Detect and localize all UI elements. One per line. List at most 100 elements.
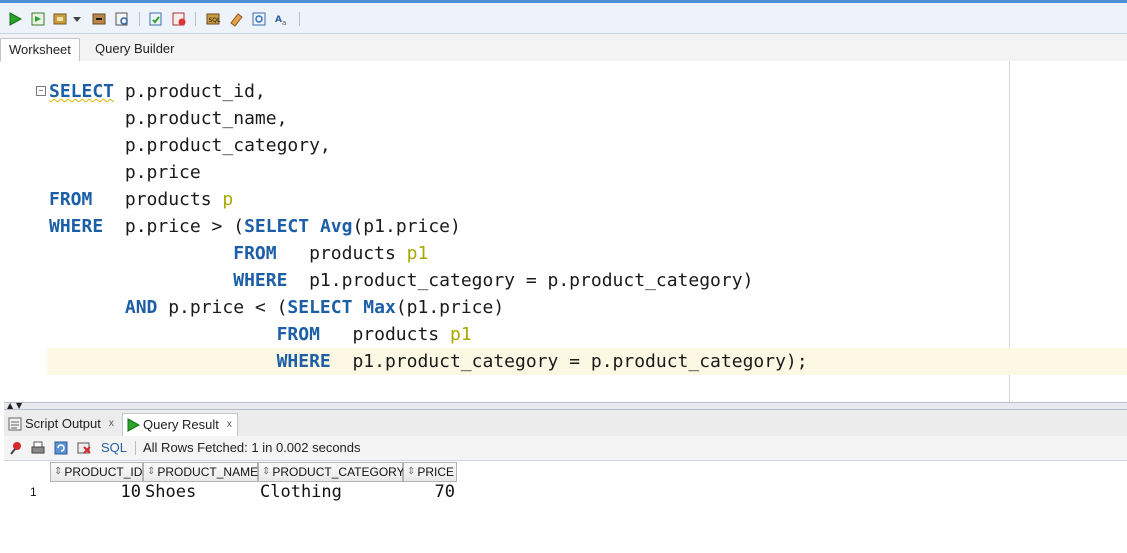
worksheet-tab-bar: Worksheet Query Builder — [0, 34, 1127, 62]
toolbar-separator — [195, 12, 196, 26]
results-toolbar: SQL All Rows Fetched: 1 in 0.002 seconds — [4, 436, 1127, 461]
code-text: p.product_name, — [49, 108, 288, 129]
column-header-label: PRODUCT_CATEGORY — [272, 465, 405, 479]
refresh-icon[interactable] — [52, 439, 70, 457]
code-line[interactable]: WHERE p.price > (SELECT Avg(p1.price) — [49, 213, 461, 240]
code-alias: p1 — [449, 324, 472, 345]
code-keyword: FROM — [233, 243, 277, 264]
rollback-icon[interactable] — [90, 10, 108, 28]
panel-splitter[interactable] — [4, 402, 1127, 410]
code-text: products — [276, 243, 407, 264]
svg-text:SQL: SQL — [209, 17, 222, 24]
tab-script-output-label: Script Output — [25, 416, 101, 431]
cell-price[interactable]: 70 — [405, 483, 455, 502]
code-keyword: FROM — [276, 324, 320, 345]
format-icon[interactable] — [250, 10, 268, 28]
sort-icon: ⇕ — [407, 466, 416, 477]
eraser-icon[interactable] — [227, 10, 245, 28]
sql-tuning-icon[interactable] — [170, 10, 188, 28]
worksheet-toolbar: SQL Aa — [0, 0, 1127, 34]
code-text: p1.product_category = p.product_category… — [287, 270, 754, 291]
column-header-product-id[interactable]: ⇕ PRODUCT_ID — [50, 462, 143, 482]
code-text: products — [92, 189, 223, 210]
tab-query-result[interactable]: Query Result x — [122, 413, 238, 437]
code-line[interactable]: FROM products p1 — [49, 240, 428, 267]
svg-text:a: a — [282, 19, 286, 27]
code-text: products — [319, 324, 450, 345]
script-output-icon — [8, 417, 22, 431]
code-line[interactable]: SELECT p.product_id, — [49, 78, 266, 105]
explain-plan-icon[interactable] — [113, 10, 131, 28]
sort-icon: ⇕ — [147, 466, 156, 477]
code-keyword: SELECT — [287, 297, 353, 318]
column-header-product-name[interactable]: ⇕ PRODUCT_NAME — [143, 462, 258, 482]
code-line[interactable]: p.product_name, — [49, 105, 288, 132]
splitter-up-arrow-icon[interactable]: ▲ — [7, 402, 13, 410]
code-keyword: FROM — [49, 189, 93, 210]
code-text: p.price — [49, 162, 201, 183]
sql-history-icon[interactable]: SQL — [204, 10, 222, 28]
code-text: p.product_id, — [114, 81, 266, 102]
code-keyword: AND — [124, 297, 158, 318]
commit-icon[interactable] — [51, 10, 69, 28]
code-text: (p1.price) — [395, 297, 505, 318]
code-text: p.product_category, — [49, 135, 331, 156]
sort-icon: ⇕ — [262, 466, 271, 477]
column-header-price[interactable]: ⇕ PRICE — [403, 462, 457, 482]
tab-query-result-label: Query Result — [143, 417, 219, 432]
toolbar-separator — [299, 12, 300, 26]
column-header-product-category[interactable]: ⇕ PRODUCT_CATEGORY — [258, 462, 405, 482]
code-line[interactable]: FROM products p1 — [49, 321, 472, 348]
code-keyword: WHERE — [233, 270, 288, 291]
code-keyword: Avg — [319, 216, 353, 237]
code-keyword: Max — [363, 297, 396, 318]
close-icon[interactable]: x — [227, 414, 232, 436]
code-keyword: SELECT — [49, 81, 115, 102]
tab-query-builder[interactable]: Query Builder — [87, 38, 182, 60]
code-text: (p1.price) — [352, 216, 461, 237]
code-alias: p1 — [406, 243, 429, 264]
find-replace-icon[interactable]: Aa — [273, 10, 291, 28]
code-text: p1.product_category = p.product_category… — [330, 351, 808, 372]
code-line[interactable]: p.price — [49, 159, 201, 186]
code-fold-icon[interactable]: − — [36, 86, 46, 96]
run-script-icon[interactable] — [29, 10, 47, 28]
code-keyword: WHERE — [276, 351, 331, 372]
code-line[interactable]: WHERE p1.product_category = p.product_ca… — [49, 348, 808, 375]
cell-product-category[interactable]: Clothing — [260, 483, 400, 502]
code-alias: p — [222, 189, 234, 210]
close-icon[interactable]: x — [109, 413, 114, 435]
cell-product-id[interactable]: 10 — [50, 483, 141, 502]
tab-worksheet[interactable]: Worksheet — [0, 38, 80, 62]
code-line[interactable]: p.product_category, — [49, 132, 331, 159]
column-header-label: PRICE — [417, 465, 455, 479]
output-tab-bar: Script Output x Query Result x — [4, 410, 1127, 437]
clear-results-icon[interactable] — [75, 439, 93, 457]
code-line[interactable]: AND p.price < (SELECT Max(p1.price) — [49, 294, 504, 321]
pin-icon[interactable] — [7, 439, 25, 457]
svg-text:A: A — [275, 15, 282, 25]
code-keyword: WHERE — [49, 216, 104, 237]
code-text: p.price > ( — [103, 216, 245, 237]
code-line[interactable]: WHERE p1.product_category = p.product_ca… — [49, 267, 753, 294]
column-header-label: PRODUCT_NAME — [157, 465, 259, 479]
print-icon[interactable] — [29, 439, 47, 457]
run-statement-icon[interactable] — [6, 10, 24, 28]
row-number: 1 — [30, 485, 37, 499]
cell-product-name[interactable]: Shoes — [145, 483, 257, 502]
autotrace-icon[interactable] — [147, 10, 165, 28]
code-keyword: SELECT — [244, 216, 310, 237]
code-text: p.price < ( — [157, 297, 288, 318]
splitter-down-arrow-icon[interactable]: ▼ — [16, 402, 22, 410]
code-line[interactable]: FROM products p — [49, 186, 233, 213]
dropdown-icon[interactable] — [72, 10, 82, 28]
tab-script-output[interactable]: Script Output x — [8, 413, 114, 435]
fetch-status: All Rows Fetched: 1 in 0.002 seconds — [143, 440, 361, 455]
sql-link[interactable]: SQL — [101, 440, 127, 455]
